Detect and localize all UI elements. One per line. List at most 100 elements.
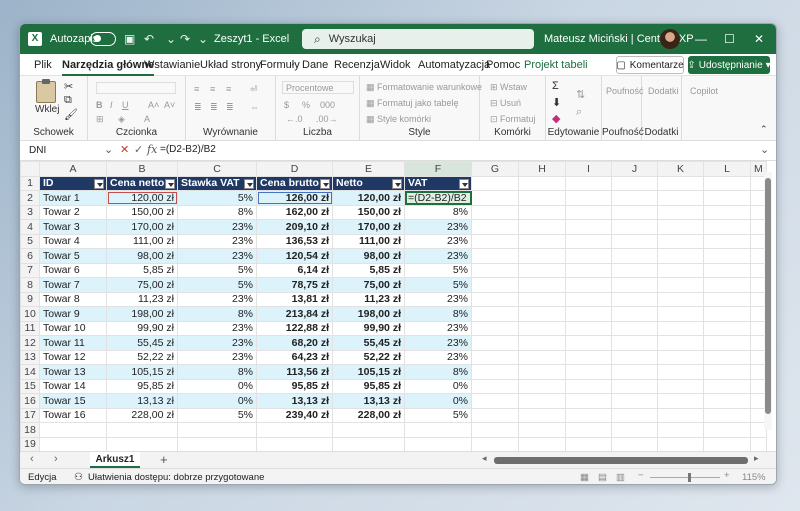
wrap-text-icon[interactable]: ⏎	[250, 84, 258, 95]
format-painter-icon[interactable]: 🖌	[64, 108, 78, 121]
page-layout-view-icon[interactable]: ▤	[598, 472, 607, 483]
empty-cell[interactable]	[657, 248, 704, 264]
table-cell[interactable]: 105,15 zł	[106, 364, 178, 380]
table-cell[interactable]: Towar 13	[39, 364, 107, 380]
empty-cell[interactable]	[471, 219, 519, 235]
row-header[interactable]: 14	[20, 364, 40, 380]
table-cell[interactable]: 23%	[177, 320, 257, 336]
name-box-dropdown-icon[interactable]: ⌄	[104, 143, 113, 156]
empty-cell[interactable]	[471, 190, 519, 206]
delete-cells-button[interactable]: ⊟ Usuń	[490, 98, 521, 109]
column-header[interactable]: J	[611, 161, 658, 177]
empty-cell[interactable]	[611, 262, 658, 278]
table-cell[interactable]: 99,90 zł	[106, 320, 178, 336]
sort-filter-icon[interactable]: ⇅	[576, 88, 585, 101]
table-cell[interactable]: 5%	[177, 277, 257, 293]
table-cell[interactable]: 13,13 zł	[332, 393, 405, 409]
table-cell[interactable]: 23%	[177, 248, 257, 264]
table-cell[interactable]: 11,23 zł	[106, 291, 178, 307]
empty-cell[interactable]	[657, 306, 704, 322]
empty-cell[interactable]	[518, 422, 566, 438]
page-break-view-icon[interactable]: ▥	[616, 472, 625, 483]
table-cell[interactable]: Towar 4	[39, 233, 107, 249]
table-cell[interactable]: 23%	[404, 335, 472, 351]
table-cell[interactable]: Towar 9	[39, 306, 107, 322]
autosum-icon[interactable]: Σ	[552, 80, 559, 92]
empty-cell[interactable]	[657, 190, 704, 206]
empty-cell[interactable]	[703, 291, 751, 307]
table-cell[interactable]: Towar 14	[39, 378, 107, 394]
empty-cell[interactable]	[750, 436, 767, 452]
empty-cell[interactable]	[471, 175, 519, 191]
table-cell[interactable]: =(D2-B2)/B2	[404, 190, 472, 206]
empty-cell[interactable]	[703, 219, 751, 235]
empty-cell[interactable]	[471, 233, 519, 249]
table-cell[interactable]: 75,00 zł	[332, 277, 405, 293]
empty-cell[interactable]	[518, 175, 566, 191]
row-header[interactable]: 19	[20, 436, 40, 452]
table-cell[interactable]: Towar 15	[39, 393, 107, 409]
table-cell[interactable]: 198,00 zł	[106, 306, 178, 322]
collapse-ribbon-icon[interactable]: ⌃	[760, 124, 768, 135]
table-cell[interactable]: 23%	[404, 248, 472, 264]
empty-cell[interactable]	[518, 204, 566, 220]
table-cell[interactable]: 52,22 zł	[332, 349, 405, 365]
table-cell[interactable]: 113,56 zł	[256, 364, 333, 380]
empty-cell[interactable]	[471, 204, 519, 220]
empty-cell[interactable]	[611, 277, 658, 293]
row-header[interactable]: 17	[20, 407, 40, 423]
table-cell[interactable]: 170,00 zł	[332, 219, 405, 235]
table-cell[interactable]: 5%	[177, 262, 257, 278]
table-cell[interactable]: 0%	[177, 393, 257, 409]
clear-icon[interactable]: ◆	[552, 112, 560, 125]
column-header[interactable]: C	[177, 161, 257, 177]
fill-color-icon[interactable]: ◈	[118, 114, 125, 125]
empty-cell[interactable]	[657, 175, 704, 191]
empty-cell[interactable]	[703, 277, 751, 293]
table-cell[interactable]: 23%	[404, 320, 472, 336]
table-cell[interactable]: 198,00 zł	[332, 306, 405, 322]
table-cell[interactable]: 23%	[404, 349, 472, 365]
empty-cell[interactable]	[703, 349, 751, 365]
empty-cell[interactable]	[471, 349, 519, 365]
empty-cell[interactable]	[657, 262, 704, 278]
table-cell[interactable]: 8%	[404, 306, 472, 322]
empty-cell[interactable]	[611, 436, 658, 452]
table-cell[interactable]: Towar 2	[39, 204, 107, 220]
empty-cell[interactable]	[518, 364, 566, 380]
table-cell[interactable]: 23%	[404, 291, 472, 307]
table-cell[interactable]: 0%	[404, 393, 472, 409]
empty-cell[interactable]	[703, 190, 751, 206]
tab-uklad-strony[interactable]: Układ strony	[200, 59, 261, 71]
table-cell[interactable]: 23%	[404, 233, 472, 249]
empty-cell[interactable]	[657, 291, 704, 307]
table-cell[interactable]: Towar 1	[39, 190, 107, 206]
table-cell[interactable]: 228,00 zł	[106, 407, 178, 423]
table-cell[interactable]: 95,85 zł	[106, 378, 178, 394]
empty-cell[interactable]	[703, 306, 751, 322]
zoom-out-icon[interactable]: −	[638, 470, 644, 481]
prev-sheet-icon[interactable]: ‹	[30, 453, 34, 465]
empty-cell[interactable]	[703, 248, 751, 264]
empty-cell[interactable]	[471, 378, 519, 394]
empty-cell[interactable]	[518, 277, 566, 293]
table-cell[interactable]: 23%	[177, 233, 257, 249]
table-cell[interactable]: 126,00 zł	[256, 190, 333, 206]
empty-cell[interactable]	[611, 407, 658, 423]
empty-cell[interactable]	[471, 320, 519, 336]
empty-cell[interactable]	[471, 262, 519, 278]
cut-icon[interactable]: ✂	[64, 80, 73, 93]
paste-icon[interactable]	[36, 79, 56, 103]
table-cell[interactable]: 95,85 zł	[332, 378, 405, 394]
table-cell[interactable]: 99,90 zł	[332, 320, 405, 336]
empty-cell[interactable]	[657, 393, 704, 409]
table-cell[interactable]: 111,00 zł	[332, 233, 405, 249]
table-cell[interactable]: 8%	[177, 306, 257, 322]
table-cell[interactable]: 8%	[404, 204, 472, 220]
empty-cell[interactable]	[471, 422, 519, 438]
normal-view-icon[interactable]: ▦	[580, 472, 589, 483]
empty-cell[interactable]	[703, 393, 751, 409]
expand-formula-bar-icon[interactable]: ⌄	[760, 143, 769, 156]
table-cell[interactable]: 52,22 zł	[106, 349, 178, 365]
table-cell[interactable]: 209,10 zł	[256, 219, 333, 235]
